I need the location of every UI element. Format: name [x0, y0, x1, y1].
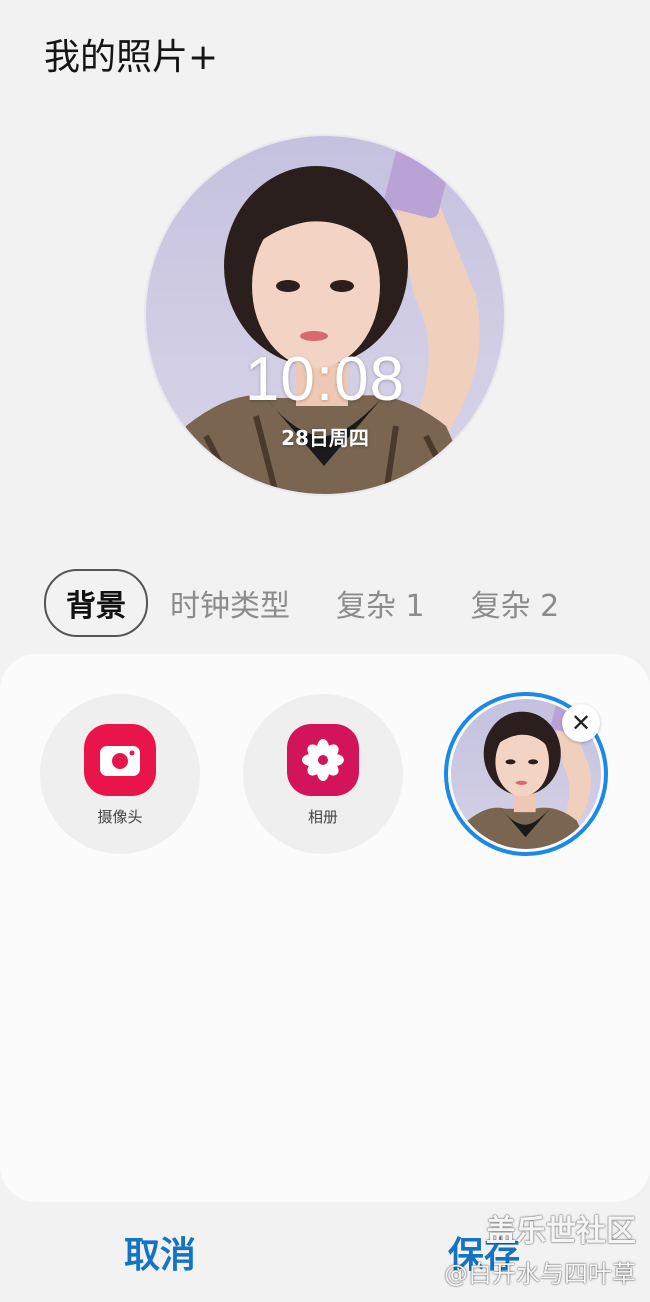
gallery-option[interactable]: 相册: [243, 694, 403, 854]
gallery-label: 相册: [307, 808, 338, 826]
tab-bar: 背景 时钟类型 复杂 1 复杂 2: [44, 569, 605, 637]
selected-photo-thumbnail[interactable]: ✕: [444, 692, 608, 856]
tab-complication-2[interactable]: 复杂 2: [471, 581, 560, 625]
watermark-community: 盖乐世社区: [486, 1214, 636, 1249]
tab-background[interactable]: 背景: [44, 569, 148, 637]
clock-date: 28日周四: [281, 426, 369, 450]
camera-label: 摄像头: [97, 808, 143, 826]
flower-icon: [287, 724, 359, 796]
close-icon[interactable]: ✕: [562, 704, 600, 742]
tab-complication-1[interactable]: 复杂 1: [336, 581, 425, 625]
page-title: 我的照片+: [44, 37, 219, 78]
watch-face-preview: 10:08 28日周四: [146, 136, 504, 494]
tab-clock-type[interactable]: 时钟类型: [170, 581, 290, 625]
clock-time: 10:08: [244, 345, 406, 414]
camera-option[interactable]: 摄像头: [40, 694, 200, 854]
camera-icon: [84, 724, 156, 796]
cancel-button[interactable]: 取消: [124, 1226, 196, 1278]
background-options-panel: 摄像头 相册 ✕: [0, 654, 650, 1202]
watermark-author: @白开水与四叶草: [444, 1260, 636, 1288]
